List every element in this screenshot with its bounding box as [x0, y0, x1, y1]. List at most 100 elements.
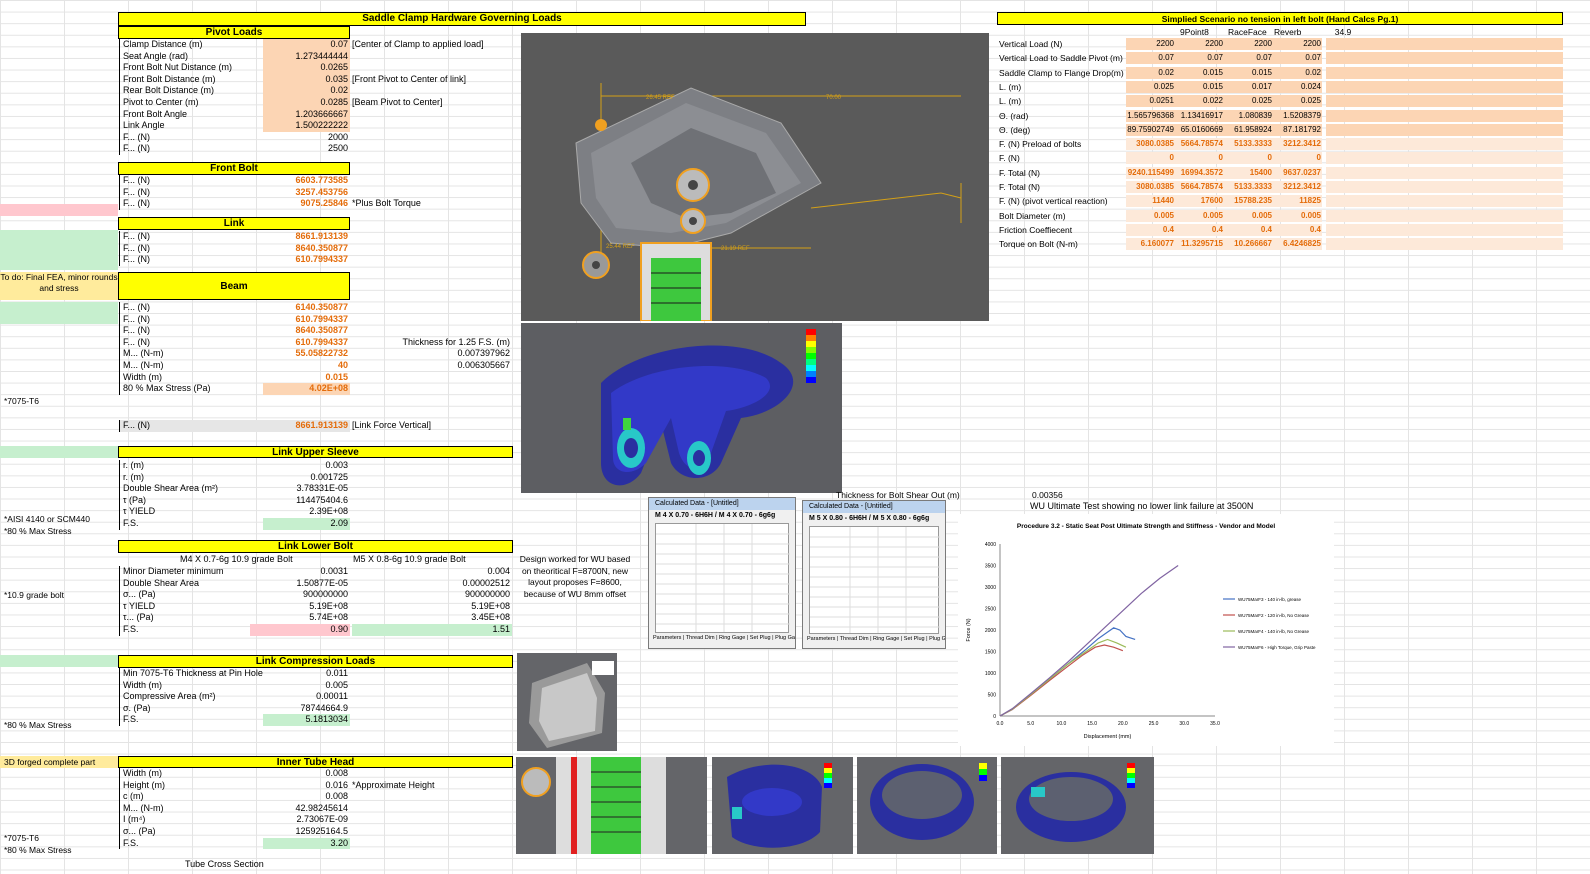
- value-cell[interactable]: 9637.0237: [1273, 168, 1322, 177]
- row-value[interactable]: 2.73067E-09: [263, 814, 350, 826]
- value-cell[interactable]: 0.005: [1126, 211, 1175, 220]
- value-cell[interactable]: 0.005: [1273, 211, 1322, 220]
- value-cell[interactable]: 15400: [1224, 168, 1273, 177]
- value-cell[interactable]: 0.024: [1273, 82, 1322, 91]
- value-cell[interactable]: 5133.3333: [1224, 139, 1273, 148]
- value-cell[interactable]: 0.017: [1224, 82, 1273, 91]
- row-value[interactable]: 2.39E+08: [263, 506, 350, 518]
- value-cell[interactable]: 0.07: [1273, 53, 1322, 62]
- value-cell[interactable]: 89.75902749: [1126, 125, 1175, 134]
- row-value[interactable]: 610.7994337: [263, 314, 350, 326]
- row-value[interactable]: 1.273444444: [263, 50, 350, 63]
- row-value[interactable]: 8640.350877: [263, 325, 350, 337]
- dialog-tabs[interactable]: Parameters | Thread Dim | Ring Gage | Se…: [803, 636, 945, 642]
- row-value-m4[interactable]: 5.19E+08: [250, 601, 350, 613]
- row-value[interactable]: 0.016: [263, 780, 350, 792]
- row-value[interactable]: 2.09: [263, 518, 350, 530]
- value-cell[interactable]: 0.02: [1126, 68, 1175, 77]
- row-value[interactable]: 42.98245614: [263, 803, 350, 815]
- row-value-m4[interactable]: 5.74E+08: [250, 612, 350, 624]
- value-cell[interactable]: 2200: [1175, 39, 1224, 48]
- thread-data-grid[interactable]: [655, 523, 790, 633]
- row-value[interactable]: 2000: [263, 132, 350, 144]
- row-value-m5[interactable]: 5.19E+08: [352, 601, 512, 613]
- value-cell[interactable]: 0: [1175, 153, 1224, 162]
- row-value[interactable]: 610.7994337: [263, 337, 350, 349]
- value-cell[interactable]: 0.07: [1126, 53, 1175, 62]
- value-cell[interactable]: 10.266667: [1224, 239, 1273, 248]
- value-cell[interactable]: 15788.235: [1224, 196, 1273, 205]
- row-value[interactable]: 0.008: [263, 768, 350, 780]
- value-cell[interactable]: 0.07: [1175, 53, 1224, 62]
- value-cell[interactable]: 0.4: [1175, 225, 1224, 234]
- value-cell[interactable]: 0.025: [1126, 82, 1175, 91]
- value-cell[interactable]: 2200: [1224, 39, 1273, 48]
- value-cell[interactable]: 0.4: [1224, 225, 1273, 234]
- row-value[interactable]: 125925164.5: [263, 826, 350, 838]
- value-cell[interactable]: 1.565796368: [1126, 111, 1175, 120]
- value-cell[interactable]: 0: [1126, 153, 1175, 162]
- value-cell[interactable]: 16994.3572: [1175, 168, 1224, 177]
- row-value-m4[interactable]: 1.50877E-05: [250, 578, 350, 590]
- row-value[interactable]: 0.001725: [263, 472, 350, 484]
- row-value-m5[interactable]: 900000000: [352, 589, 512, 601]
- row-value[interactable]: 3257.453756: [263, 187, 350, 199]
- row-value[interactable]: 8640.350877: [263, 243, 350, 255]
- row-value[interactable]: 78744664.9: [263, 703, 350, 715]
- thread-calc-dialog-2[interactable]: Calculated Data - [Untitled] M 5 X 0.80 …: [802, 500, 946, 649]
- row-value[interactable]: 0.0285: [263, 97, 350, 109]
- value-cell[interactable]: 17600: [1175, 196, 1224, 205]
- value-cell[interactable]: 3212.3412: [1273, 182, 1322, 191]
- thread-data-grid[interactable]: [809, 526, 940, 634]
- row-value[interactable]: 0.035: [263, 73, 350, 86]
- row-value[interactable]: 2500: [263, 143, 350, 155]
- row-value[interactable]: 3.78331E-05: [263, 483, 350, 495]
- row-value-m5[interactable]: 1.51: [352, 624, 512, 636]
- row-value[interactable]: 55.05822732: [263, 348, 350, 360]
- row-value-m4[interactable]: 0.90: [250, 624, 350, 636]
- row-value-m5[interactable]: 3.45E+08: [352, 612, 512, 624]
- row-value[interactable]: 9075.25846: [263, 198, 350, 210]
- value-cell[interactable]: 6.4246825: [1273, 239, 1322, 248]
- value-cell[interactable]: 3212.3412: [1273, 139, 1322, 148]
- value-cell[interactable]: 2200: [1126, 39, 1175, 48]
- row-value[interactable]: 6603.773585: [263, 175, 350, 187]
- row-value[interactable]: 0.02: [263, 85, 350, 97]
- value-cell[interactable]: 0.022: [1175, 96, 1224, 105]
- value-cell[interactable]: 5133.3333: [1224, 182, 1273, 191]
- row-value[interactable]: 0.07: [263, 39, 350, 51]
- value-cell[interactable]: 2200: [1273, 39, 1322, 48]
- thread-calc-dialog-1[interactable]: Calculated Data - [Untitled] M 4 X 0.70 …: [648, 497, 796, 649]
- row-value[interactable]: 0.003: [263, 460, 350, 472]
- row-value[interactable]: 0.011: [263, 668, 350, 680]
- value-cell[interactable]: 0.02: [1273, 68, 1322, 77]
- value-cell[interactable]: 0.015: [1175, 82, 1224, 91]
- row-value-m5[interactable]: 0.004: [352, 566, 512, 578]
- value-cell[interactable]: 0: [1224, 153, 1273, 162]
- row-value-m4[interactable]: 900000000: [250, 589, 350, 601]
- value-cell[interactable]: 6.160077: [1126, 239, 1175, 248]
- value-cell[interactable]: 61.958924: [1224, 125, 1273, 134]
- value-cell[interactable]: 0.015: [1175, 68, 1224, 77]
- value-cell[interactable]: 1.080839: [1224, 111, 1273, 120]
- value-cell[interactable]: 1.13416917: [1175, 111, 1224, 120]
- row-value[interactable]: 5.1813034: [263, 714, 350, 726]
- value-cell[interactable]: 3080.0385: [1126, 182, 1175, 191]
- row-value[interactable]: 1.500222222: [263, 120, 350, 132]
- row-value-m4[interactable]: 0.0031: [250, 566, 350, 578]
- value-cell[interactable]: 9240.115499: [1126, 168, 1175, 177]
- row-value[interactable]: 0.00011: [263, 691, 350, 703]
- row-value[interactable]: 40: [263, 360, 350, 372]
- dialog-tabs[interactable]: Parameters | Thread Dim | Ring Gage | Se…: [649, 635, 795, 641]
- row-value[interactable]: 0.0265: [263, 62, 350, 74]
- value-cell[interactable]: 65.0160669: [1175, 125, 1224, 134]
- value-cell[interactable]: 5664.78574: [1175, 139, 1224, 148]
- value-cell[interactable]: 11440: [1126, 196, 1175, 205]
- row-value[interactable]: 610.7994337: [263, 254, 350, 266]
- row-value[interactable]: 4.02E+08: [263, 383, 350, 395]
- row-value[interactable]: 8661.913139: [263, 231, 350, 243]
- value-cell[interactable]: 1.5208379: [1273, 111, 1322, 120]
- value-cell[interactable]: 0.025: [1273, 96, 1322, 105]
- value-cell[interactable]: 0.0251: [1126, 96, 1175, 105]
- value-cell[interactable]: 5664.78574: [1175, 182, 1224, 191]
